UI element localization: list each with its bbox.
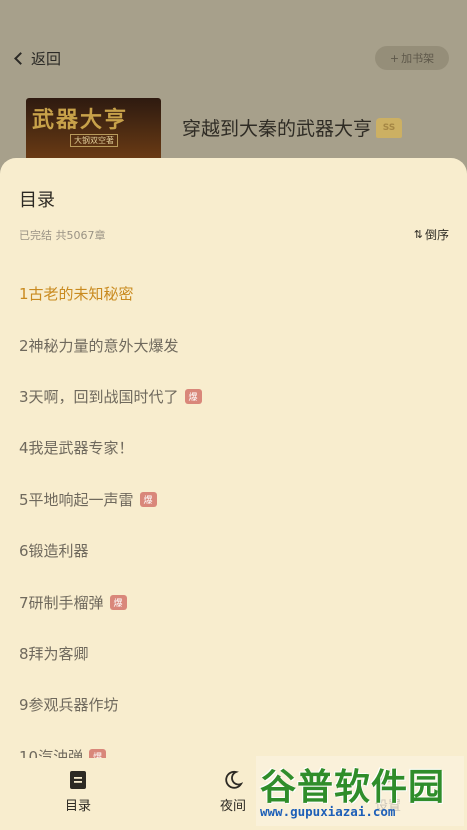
hot-badge: 爆: [139, 491, 157, 507]
watermark-url: www.gupuxiazai.com: [260, 804, 396, 819]
sort-button[interactable]: ⇅ 倒序: [414, 226, 449, 243]
chapter-label: 3天啊，回到战国时代了: [19, 387, 179, 406]
book-title-text: 穿越到大秦的武器大亨: [182, 118, 373, 140]
chapter-label: 8拜为客卿: [19, 644, 89, 663]
chapter-label: 4我是武器专家！: [19, 439, 134, 458]
watermark-top: 谷普软件园: [260, 767, 446, 808]
chevron-left-icon: [14, 51, 27, 65]
tab-catalog[interactable]: 目录: [48, 770, 108, 814]
crown-badge-icon: SS: [376, 117, 403, 138]
chapter-item[interactable]: 8拜为客卿: [19, 628, 449, 679]
sort-icon: ⇅: [413, 228, 423, 241]
chapter-list: 1古老的未知秘密 2神秘力量的意外大爆发 3天啊，回到战国时代了爆 4我是武器专…: [19, 268, 449, 782]
book-cover[interactable]: 武器大亨 大钢双空著: [26, 98, 161, 162]
chapter-item[interactable]: 7研制手榴弹爆: [19, 576, 449, 627]
chapter-label: 5平地响起一声雷: [19, 490, 134, 509]
chapter-item[interactable]: 5平地响起一声雷爆: [19, 474, 449, 525]
hot-badge: 爆: [184, 388, 202, 404]
chapter-item[interactable]: 2神秘力量的意外大爆发: [19, 319, 449, 370]
back-button[interactable]: 返回: [14, 47, 62, 69]
chapter-item[interactable]: 9参观兵器作坊: [19, 679, 449, 730]
chapter-label: 7研制手榴弹: [19, 593, 104, 612]
catalog-sheet: 目录 已完结 共5067章 ⇅ 倒序 1古老的未知秘密 2神秘力量的意外大爆发 …: [0, 158, 467, 830]
back-label: 返回: [31, 49, 62, 68]
add-to-shelf-button[interactable]: + 加书架: [375, 46, 449, 70]
catalog-title: 目录: [19, 190, 55, 211]
hot-badge: 爆: [109, 594, 127, 610]
chapter-label: 6锻造利器: [19, 542, 89, 561]
chapter-item[interactable]: 1古老的未知秘密: [19, 268, 449, 319]
cover-title: 武器大亨: [32, 107, 129, 133]
chapter-item[interactable]: 4我是武器专家！: [19, 422, 449, 473]
cover-subtitle: 大钢双空著: [70, 134, 118, 147]
tab-night-mode[interactable]: 夜间: [203, 770, 263, 814]
add-shelf-label: 加书架: [401, 52, 435, 65]
chapter-label: 1古老的未知秘密: [19, 285, 134, 304]
chapter-item[interactable]: 3天啊，回到战国时代了爆: [19, 371, 449, 422]
chapter-label: 9参观兵器作坊: [19, 696, 119, 715]
book-title: 穿越到大秦的武器大亨 SS: [182, 114, 403, 141]
watermark-logo: 谷普软件园 www.gupuxiazai.com: [256, 756, 464, 826]
moon-icon: [225, 770, 243, 789]
tab-catalog-label: 目录: [64, 799, 91, 814]
chapter-label: 2神秘力量的意外大爆发: [19, 336, 179, 355]
catalog-meta: 已完结 共5067章: [19, 229, 106, 242]
catalog-icon: [70, 771, 86, 789]
tab-night-label: 夜间: [219, 799, 246, 814]
sort-label: 倒序: [424, 228, 449, 242]
chapter-item[interactable]: 6锻造利器: [19, 525, 449, 576]
plus-icon: +: [389, 51, 400, 65]
